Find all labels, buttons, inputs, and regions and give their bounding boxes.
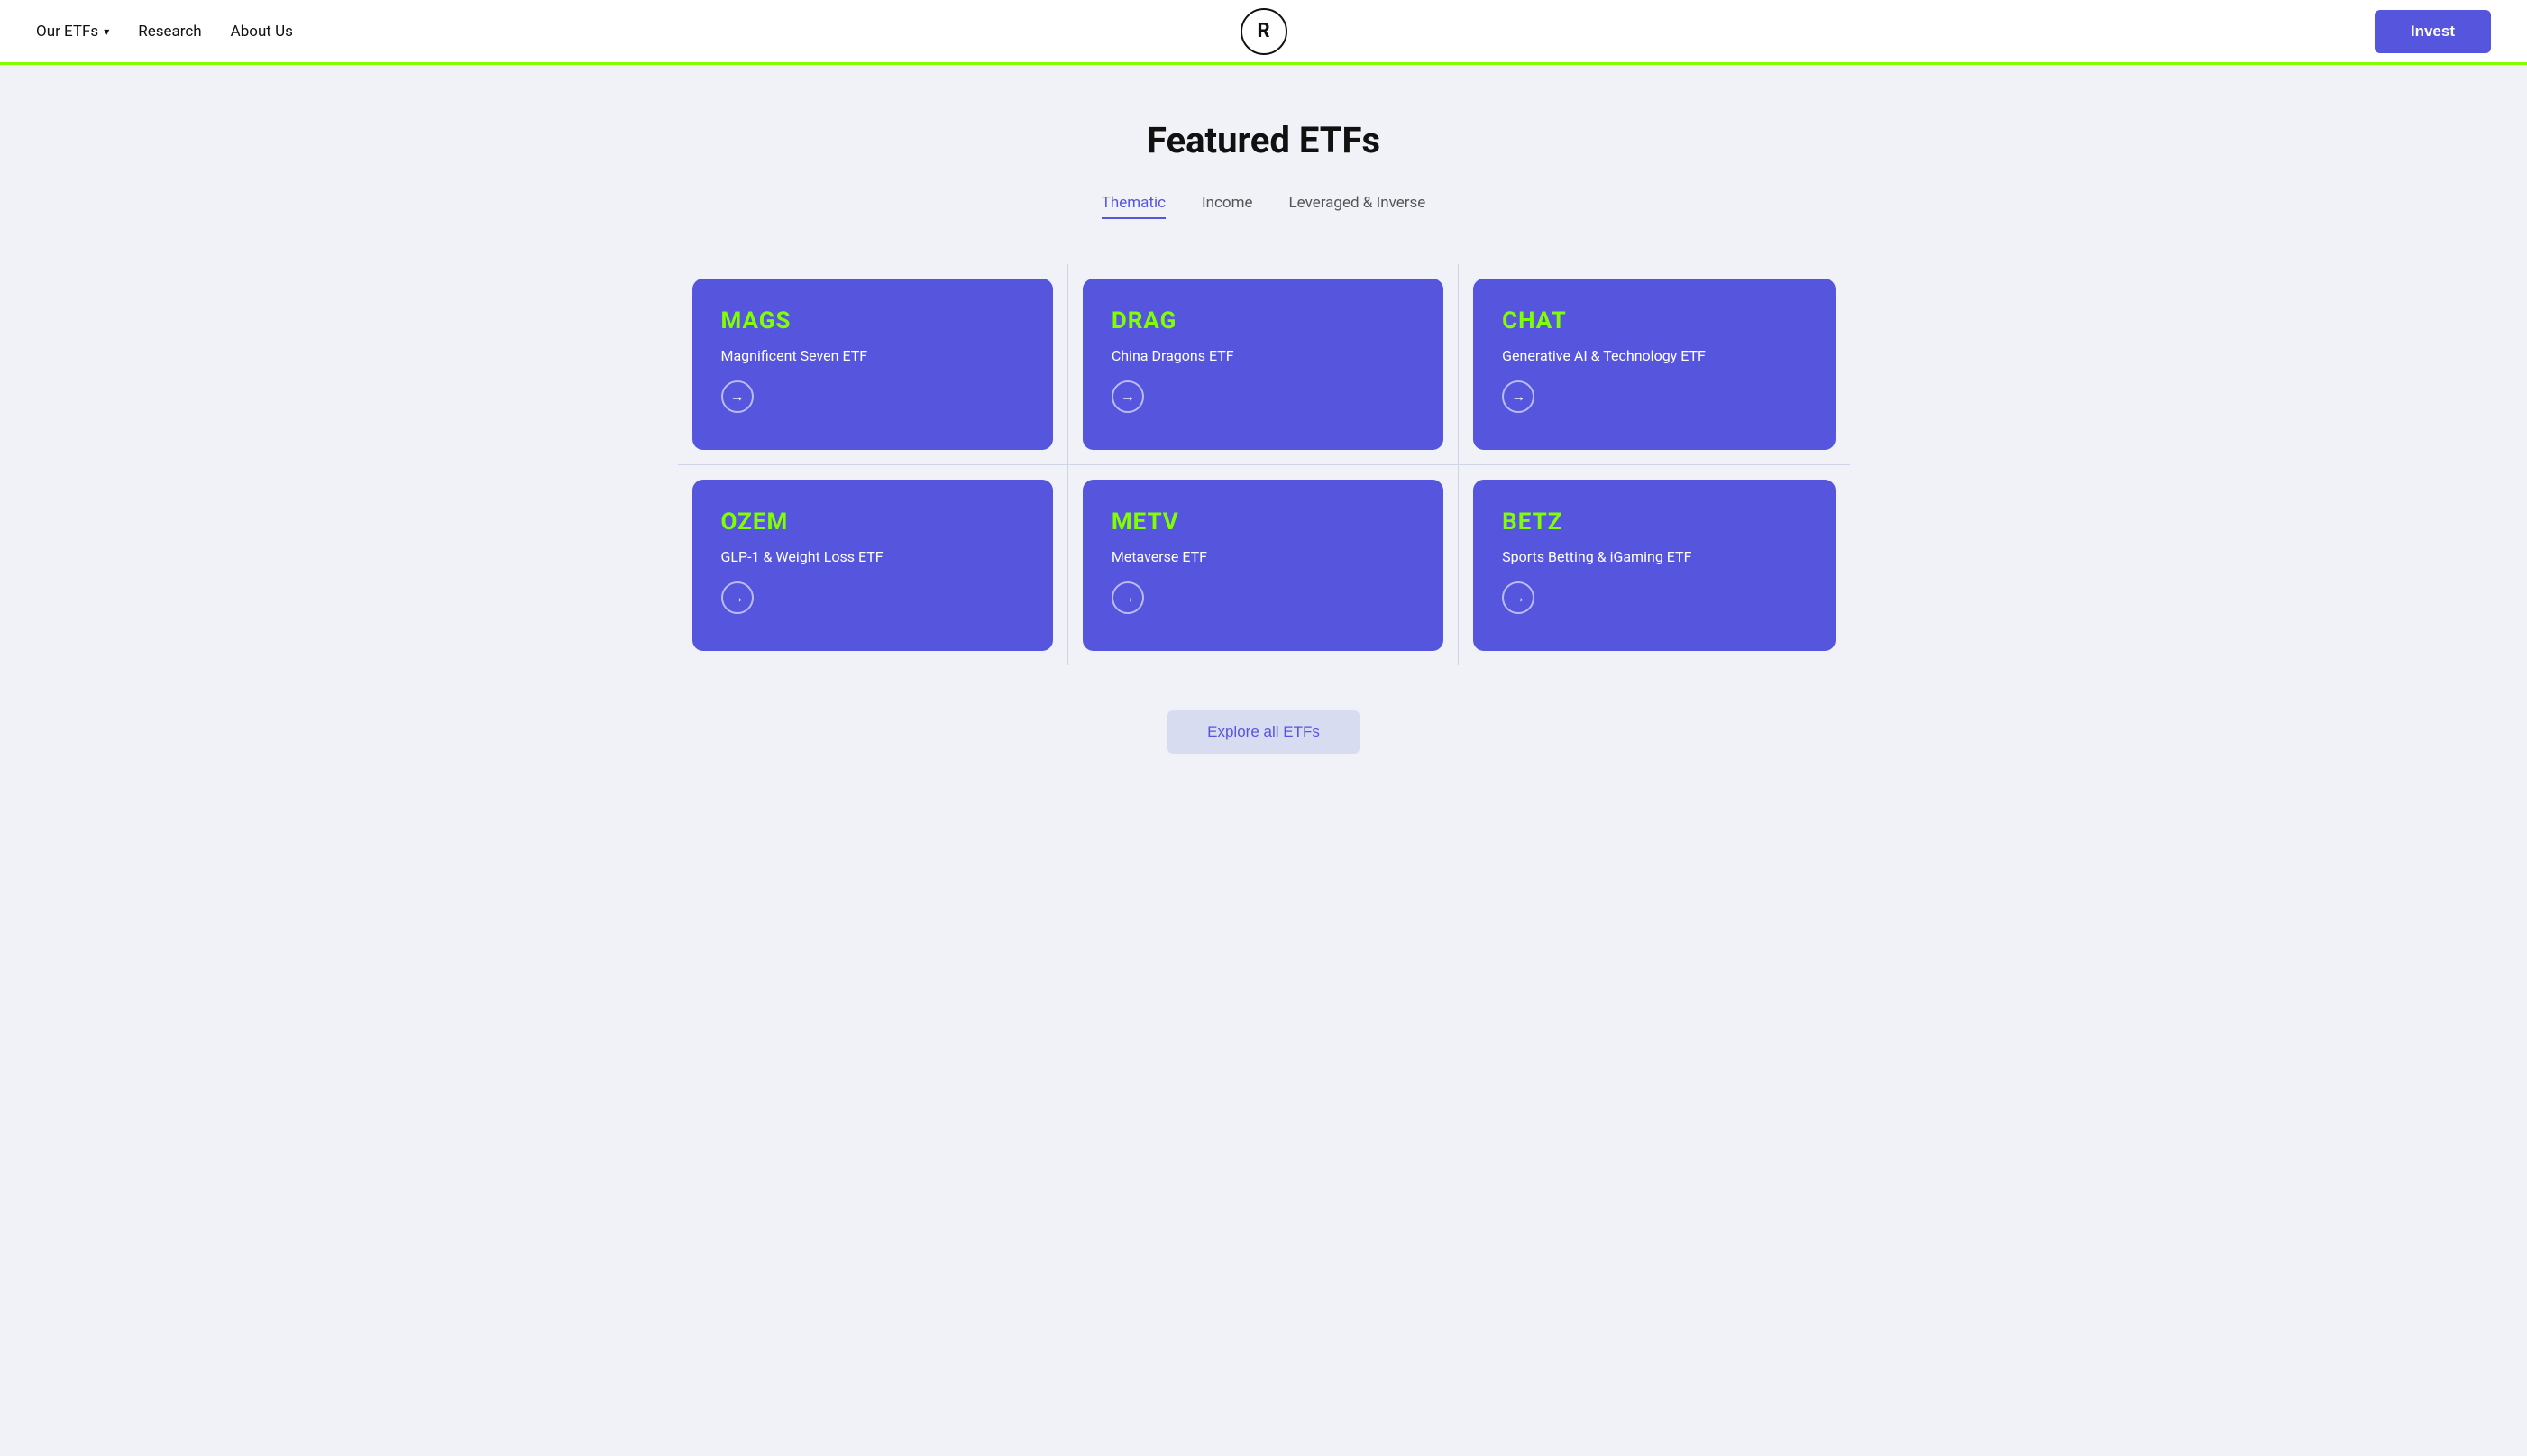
- etf-card-ozem[interactable]: OZEM GLP-1 & Weight Loss ETF →: [692, 480, 1053, 651]
- tab-thematic[interactable]: Thematic: [1102, 194, 1166, 219]
- etf-card-wrapper-1: DRAG China Dragons ETF →: [1068, 264, 1459, 464]
- explore-area: Explore all ETFs: [678, 710, 1850, 754]
- tab-leveraged-inverse[interactable]: Leveraged & Inverse: [1289, 194, 1426, 219]
- etf-ticker-metv: METV: [1112, 508, 1415, 536]
- main-content: Featured ETFs Thematic Income Leveraged …: [606, 65, 1922, 826]
- etf-arrow-icon-ozem[interactable]: →: [721, 581, 754, 614]
- nav-research[interactable]: Research: [138, 23, 201, 41]
- etf-ticker-drag: DRAG: [1112, 307, 1415, 334]
- etf-card-chat[interactable]: CHAT Generative AI & Technology ETF →: [1473, 279, 1835, 450]
- etf-ticker-ozem: OZEM: [721, 508, 1024, 536]
- etf-card-drag[interactable]: DRAG China Dragons ETF →: [1083, 279, 1443, 450]
- etf-name-drag: China Dragons ETF: [1112, 347, 1415, 364]
- chevron-down-icon: ▾: [104, 25, 109, 38]
- etf-arrow-icon-mags[interactable]: →: [721, 380, 754, 413]
- navbar: Our ETFs ▾ Research About Us R Invest: [0, 0, 2527, 65]
- tabs-container: Thematic Income Leveraged & Inverse: [678, 194, 1850, 219]
- etf-arrow-icon-chat[interactable]: →: [1502, 380, 1534, 413]
- tab-income[interactable]: Income: [1202, 194, 1253, 219]
- nav-about-us[interactable]: About Us: [231, 23, 293, 41]
- etf-card-wrapper-3: OZEM GLP-1 & Weight Loss ETF →: [678, 464, 1068, 665]
- explore-all-etfs-button[interactable]: Explore all ETFs: [1167, 710, 1360, 754]
- etf-card-wrapper-4: METV Metaverse ETF →: [1068, 464, 1459, 665]
- etf-card-mags[interactable]: MAGS Magnificent Seven ETF →: [692, 279, 1053, 450]
- etf-ticker-mags: MAGS: [721, 307, 1024, 334]
- nav-left: Our ETFs ▾ Research About Us: [36, 23, 293, 41]
- logo-icon[interactable]: R: [1241, 8, 1287, 55]
- etf-grid: MAGS Magnificent Seven ETF → DRAG China Drag…: [678, 264, 1850, 665]
- etf-arrow-icon-metv[interactable]: →: [1112, 581, 1144, 614]
- etf-card-metv[interactable]: METV Metaverse ETF →: [1083, 480, 1443, 651]
- etf-card-betz[interactable]: BETZ Sports Betting & iGaming ETF →: [1473, 480, 1835, 651]
- etf-ticker-betz: BETZ: [1502, 508, 1806, 536]
- etf-ticker-chat: CHAT: [1502, 307, 1806, 334]
- etf-name-mags: Magnificent Seven ETF: [721, 347, 1024, 364]
- logo-area: R: [1241, 8, 1287, 55]
- invest-button[interactable]: Invest: [2375, 10, 2491, 53]
- etf-card-wrapper-0: MAGS Magnificent Seven ETF →: [678, 264, 1068, 464]
- nav-our-etfs[interactable]: Our ETFs ▾: [36, 23, 109, 41]
- etf-arrow-icon-betz[interactable]: →: [1502, 581, 1534, 614]
- etf-card-wrapper-2: CHAT Generative AI & Technology ETF →: [1459, 264, 1849, 464]
- etf-name-metv: Metaverse ETF: [1112, 548, 1415, 565]
- etf-arrow-icon-drag[interactable]: →: [1112, 380, 1144, 413]
- etf-card-wrapper-5: BETZ Sports Betting & iGaming ETF →: [1459, 464, 1849, 665]
- page-title: Featured ETFs: [678, 119, 1850, 161]
- etf-name-ozem: GLP-1 & Weight Loss ETF: [721, 548, 1024, 565]
- etf-name-betz: Sports Betting & iGaming ETF: [1502, 548, 1806, 565]
- etf-name-chat: Generative AI & Technology ETF: [1502, 347, 1806, 364]
- nav-right: Invest: [2375, 10, 2491, 53]
